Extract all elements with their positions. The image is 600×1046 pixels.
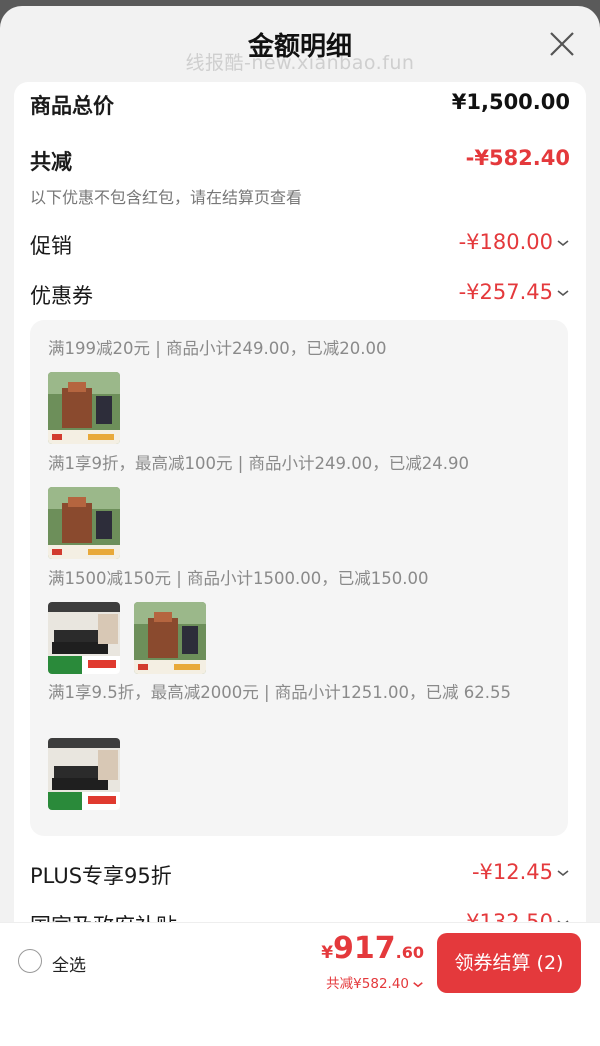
plus-value: -¥12.45 — [471, 860, 553, 884]
amount-detail-sheet: 线报酷-new.xianbao.fun 金额明细 商品总价 ¥1,500.00 … — [0, 6, 600, 1046]
product-thumbnail[interactable] — [48, 602, 120, 674]
coupon-detail-box: 满199减20元 | 商品小计249.00，已减20.00 满1享9折，最高减1… — [30, 320, 568, 836]
promo-value: -¥180.00 — [458, 230, 553, 254]
toy-tower-image — [48, 487, 120, 559]
total-reduce-value: -¥582.40 — [465, 146, 570, 170]
coupon-value: -¥257.45 — [458, 280, 553, 304]
promo-label: 促销 — [30, 234, 72, 258]
checkout-bar: 全选 ¥917.60 共减¥582.40 领券结算 (2) — [0, 922, 600, 1002]
sofa-image — [48, 738, 120, 810]
total-price-label: 商品总价 — [30, 94, 114, 118]
chevron-down-icon — [557, 290, 569, 297]
total-price-value: ¥1,500.00 — [451, 90, 570, 114]
product-thumbnail[interactable] — [48, 738, 120, 810]
chevron-down-icon — [557, 870, 569, 877]
amount-integer: 917 — [333, 931, 396, 966]
close-icon — [550, 32, 574, 56]
coupon-line: 满199减20元 | 商品小计249.00，已减20.00 — [48, 339, 387, 358]
coupon-line: 满1享9.5折，最高减2000元 | 商品小计1251.00，已减 62.55 — [48, 683, 511, 702]
chevron-down-icon — [413, 981, 423, 987]
plus-label: PLUS专享95折 — [30, 864, 172, 888]
close-button[interactable] — [546, 28, 578, 60]
product-thumbnail[interactable] — [134, 602, 206, 674]
promo-value-wrap: -¥180.00 — [459, 230, 570, 254]
chevron-down-icon — [557, 240, 569, 247]
coupon-label: 优惠券 — [30, 284, 93, 308]
sheet-title: 金额明细 — [247, 32, 352, 62]
savings-link[interactable]: 共减¥582.40 — [326, 972, 424, 992]
product-thumbnail[interactable] — [48, 487, 120, 559]
product-thumbnail[interactable] — [48, 372, 120, 444]
select-all-label[interactable]: 全选 — [52, 951, 86, 976]
sheet-header: 线报酷-new.xianbao.fun 金额明细 — [0, 6, 600, 86]
coupon-value-wrap: -¥257.45 — [459, 280, 570, 304]
select-all-radio[interactable] — [18, 949, 42, 973]
detail-card: 商品总价 ¥1,500.00 共减 -¥582.40 以下优惠不包含红包，请在结… — [14, 82, 586, 942]
coupon-line: 满1享9折，最高减100元 | 商品小计249.00，已减24.90 — [48, 454, 470, 473]
total-reduce-label: 共减 — [30, 150, 72, 174]
sofa-image — [48, 602, 120, 674]
redpacket-note: 以下优惠不包含红包，请在结算页查看 — [30, 188, 303, 207]
coupon-line: 满1500减150元 | 商品小计1500.00，已减150.00 — [48, 569, 429, 588]
savings-text: 共减¥582.40 — [326, 976, 409, 992]
checkout-button[interactable]: 领券结算 (2) — [437, 933, 581, 993]
toy-tower-image — [48, 372, 120, 444]
bottom-safe-area — [0, 1002, 600, 1046]
toy-tower-image — [134, 602, 206, 674]
currency-symbol: ¥ — [321, 943, 334, 963]
plus-value-wrap: -¥12.45 — [472, 860, 570, 884]
amount-decimal: .60 — [395, 943, 424, 962]
payable-amount: ¥917.60 — [321, 931, 424, 966]
